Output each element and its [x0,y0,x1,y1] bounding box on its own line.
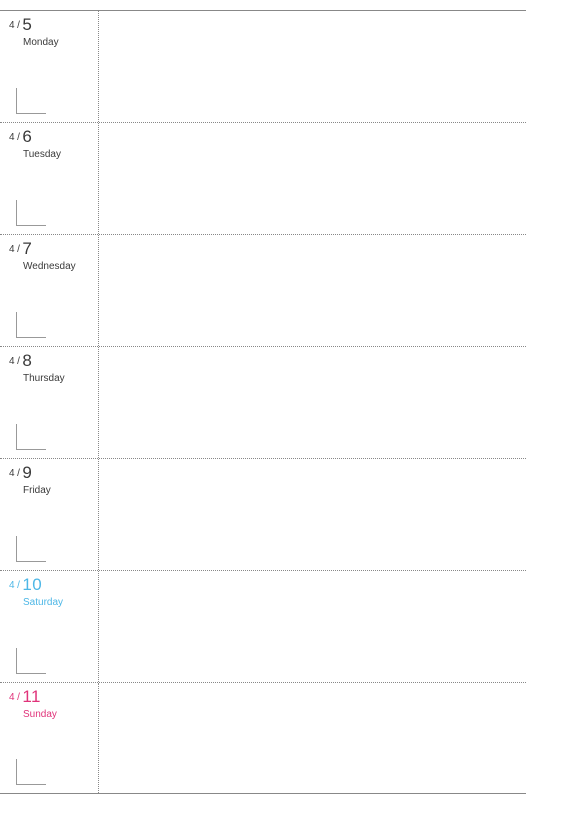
month: 4 [9,468,15,479]
day-row-thursday: 4/8 Thursday [0,346,526,458]
weather-box-icon [16,88,46,114]
date-cell: 4/5 Monday [0,11,99,122]
day-number: 7 [22,239,32,258]
weather-box-icon [16,312,46,338]
day-row-monday: 4/5 Monday [0,10,526,122]
day-of-week: Sunday [23,709,98,720]
date-cell: 4/7 Wednesday [0,235,99,346]
date-line: 4/11 [9,687,98,707]
date-cell: 4/9 Friday [0,459,99,570]
day-of-week: Friday [23,485,98,496]
date-line: 4/8 [9,351,98,371]
slash: / [17,132,20,143]
month: 4 [9,692,15,703]
weather-box-icon [16,759,46,785]
event-area[interactable] [99,683,526,793]
date-cell: 4/11 Sunday [0,683,99,793]
day-of-week: Wednesday [23,261,98,272]
weather-box-icon [16,424,46,450]
day-row-wednesday: 4/7 Wednesday [0,234,526,346]
event-area[interactable] [99,347,526,458]
date-line: 4/7 [9,239,98,259]
month: 4 [9,580,15,591]
month: 4 [9,356,15,367]
day-number: 11 [22,687,41,706]
weather-box-icon [16,648,46,674]
date-cell: 4/8 Thursday [0,347,99,458]
weather-box-icon [16,536,46,562]
day-number: 5 [22,15,32,34]
event-area[interactable] [99,123,526,234]
slash: / [17,692,20,703]
day-of-week: Monday [23,37,98,48]
day-number: 8 [22,351,32,370]
month: 4 [9,244,15,255]
slash: / [17,356,20,367]
date-line: 4/9 [9,463,98,483]
event-area[interactable] [99,459,526,570]
month: 4 [9,132,15,143]
day-row-saturday: 4/10 Saturday [0,570,526,682]
date-line: 4/10 [9,575,98,595]
day-number: 6 [22,127,32,146]
event-area[interactable] [99,571,526,682]
weekly-planner: 4/5 Monday 4/6 Tuesday 4/7 Wednesday [0,0,526,794]
date-line: 4/6 [9,127,98,147]
day-number: 10 [22,575,42,594]
day-row-friday: 4/9 Friday [0,458,526,570]
month: 4 [9,20,15,31]
slash: / [17,580,20,591]
date-line: 4/5 [9,15,98,35]
slash: / [17,20,20,31]
event-area[interactable] [99,235,526,346]
event-area[interactable] [99,11,526,122]
date-cell: 4/10 Saturday [0,571,99,682]
day-of-week: Tuesday [23,149,98,160]
weather-box-icon [16,200,46,226]
day-row-sunday: 4/11 Sunday [0,682,526,794]
day-row-tuesday: 4/6 Tuesday [0,122,526,234]
slash: / [17,244,20,255]
day-number: 9 [22,463,32,482]
day-of-week: Saturday [23,597,98,608]
day-of-week: Thursday [23,373,98,384]
slash: / [17,468,20,479]
date-cell: 4/6 Tuesday [0,123,99,234]
